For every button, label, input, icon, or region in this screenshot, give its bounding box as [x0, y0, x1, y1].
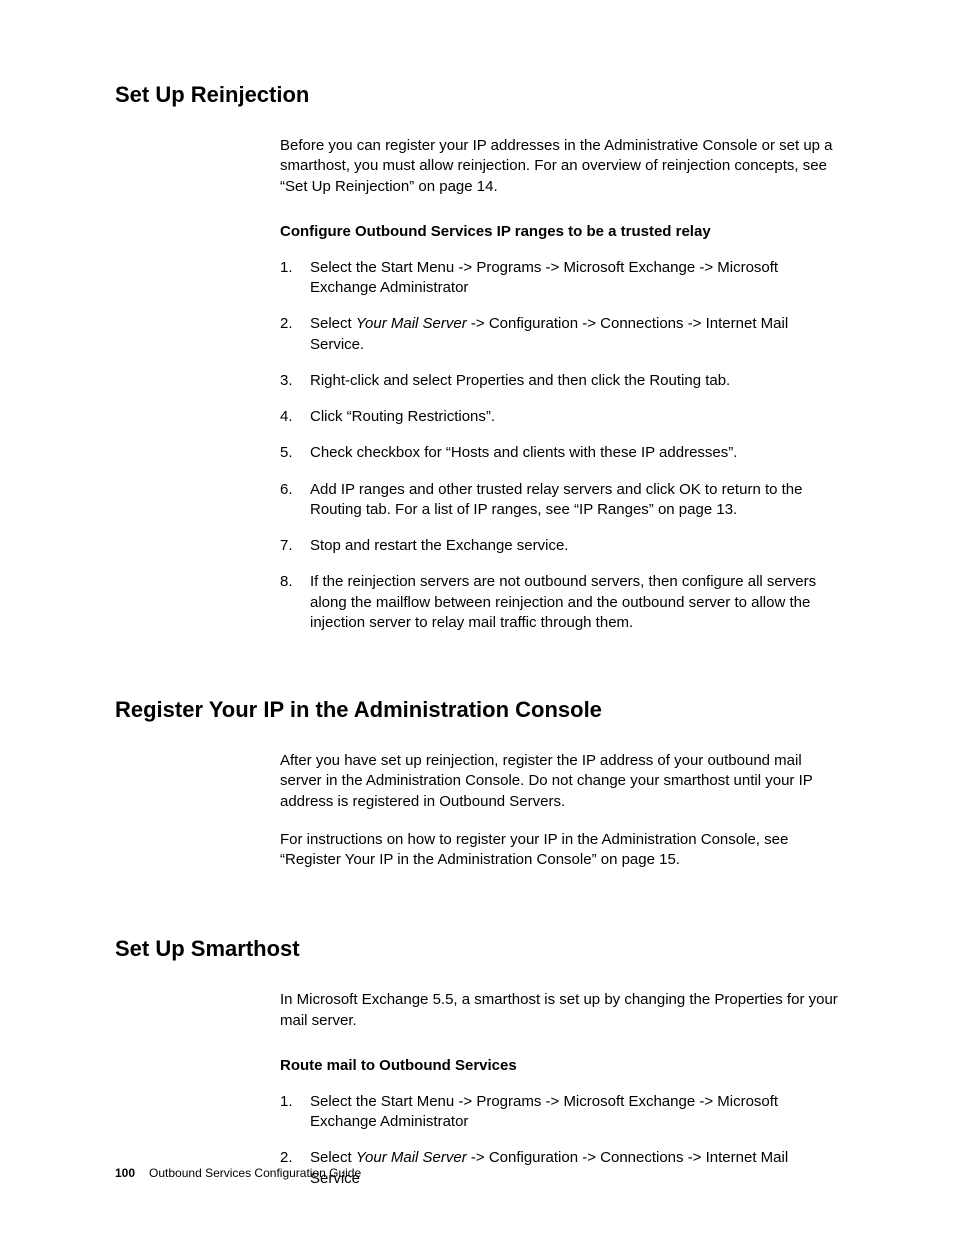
- step-item: Add IP ranges and other trusted relay se…: [280, 480, 839, 521]
- section2-p2: For instructions on how to register your…: [280, 830, 839, 871]
- page-number: 100: [115, 1166, 135, 1180]
- document-page: Set Up Reinjection Before you can regist…: [0, 0, 954, 1189]
- section2-p1: After you have set up reinjection, regis…: [280, 751, 839, 812]
- footer-title: Outbound Services Configuration Guide: [149, 1166, 361, 1180]
- step-italic: Your Mail Server: [356, 315, 467, 332]
- heading-set-up-reinjection: Set Up Reinjection: [115, 82, 839, 108]
- step-item: Select the Start Menu -> Programs -> Mic…: [280, 258, 839, 299]
- section1-subheading: Configure Outbound Services IP ranges to…: [280, 223, 839, 240]
- step-item: Select Your Mail Server -> Configuration…: [280, 314, 839, 355]
- section2-content: After you have set up reinjection, regis…: [280, 751, 839, 870]
- step-item: Stop and restart the Exchange service.: [280, 536, 839, 556]
- section3-intro: In Microsoft Exchange 5.5, a smarthost i…: [280, 990, 839, 1031]
- step-item: If the reinjection servers are not outbo…: [280, 572, 839, 633]
- step-item: Click “Routing Restrictions”.: [280, 407, 839, 427]
- step-item: Right-click and select Properties and th…: [280, 371, 839, 391]
- step-italic: Your Mail Server: [356, 1149, 467, 1166]
- page-footer: 100 Outbound Services Configuration Guide: [115, 1166, 361, 1180]
- section3-subheading: Route mail to Outbound Services: [280, 1057, 839, 1074]
- section1-intro: Before you can register your IP addresse…: [280, 136, 839, 197]
- step-item: Select Your Mail Server -> Configuration…: [280, 1148, 839, 1189]
- heading-set-up-smarthost: Set Up Smarthost: [115, 936, 839, 962]
- section3-content: In Microsoft Exchange 5.5, a smarthost i…: [280, 990, 839, 1189]
- step-item: Check checkbox for “Hosts and clients wi…: [280, 443, 839, 463]
- step-text: Select: [310, 315, 356, 332]
- heading-register-ip: Register Your IP in the Administration C…: [115, 697, 839, 723]
- step-text: Select: [310, 1149, 356, 1166]
- section1-content: Before you can register your IP addresse…: [280, 136, 839, 633]
- section3-steps: Select the Start Menu -> Programs -> Mic…: [280, 1092, 839, 1189]
- step-item: Select the Start Menu -> Programs -> Mic…: [280, 1092, 839, 1133]
- section1-steps: Select the Start Menu -> Programs -> Mic…: [280, 258, 839, 633]
